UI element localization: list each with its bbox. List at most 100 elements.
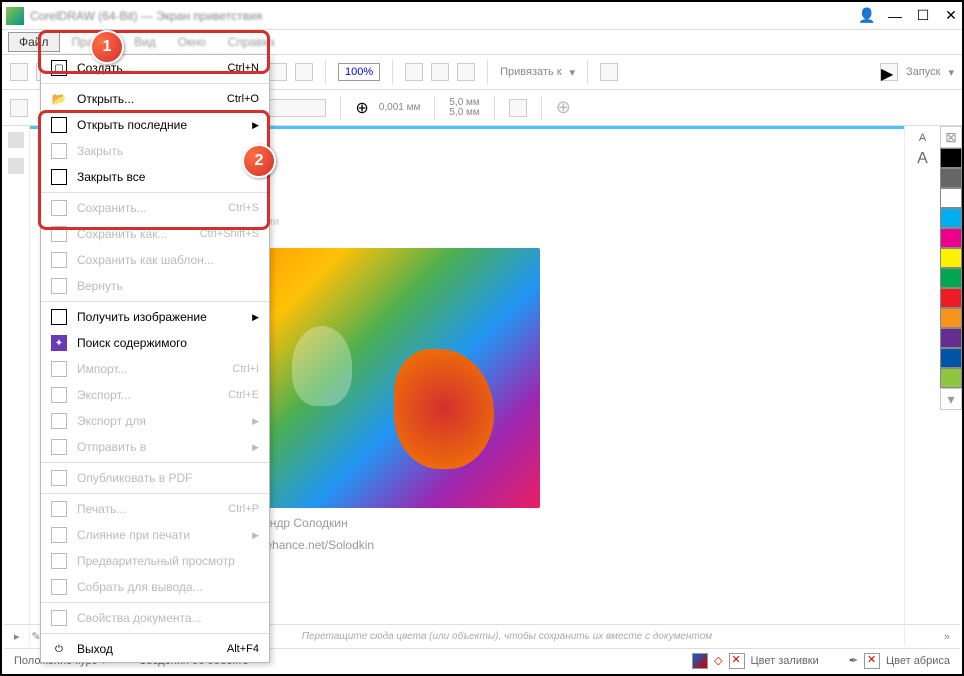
menu-label: Открыть...	[77, 92, 217, 106]
menu-item-closeall[interactable]: Закрыть все	[41, 164, 269, 190]
menu-item-close: Закрыть	[41, 138, 269, 164]
launch-label[interactable]: Запуск	[906, 66, 940, 78]
callout-1: 1	[90, 30, 124, 64]
menu-item-savetpl: Сохранить как шаблон...	[41, 247, 269, 273]
units-dropdown[interactable]	[266, 99, 326, 117]
menu-label: Печать...	[77, 502, 218, 516]
app-icon	[6, 7, 24, 25]
menu-label: Экспорт для	[77, 414, 242, 428]
add-icon[interactable]: ⊕	[556, 97, 571, 118]
palette-scroll-down[interactable]: ▾	[940, 388, 962, 410]
exportfor-icon	[51, 413, 67, 429]
collect-icon	[51, 579, 67, 595]
outline-color-status[interactable]: ✒ Цвет абриса	[849, 653, 950, 669]
no-color-swatch[interactable]: ⊠	[940, 126, 962, 148]
menu-blur-4[interactable]: Справка	[218, 33, 285, 51]
toolbox	[2, 126, 30, 646]
menu-label: Создать...	[77, 61, 218, 75]
menu-item-print: Печать... Ctrl+P	[41, 496, 269, 522]
font-small-icon[interactable]: A	[919, 132, 926, 144]
color-swatch[interactable]	[940, 368, 962, 388]
tb-sep	[392, 60, 393, 84]
menu-item-exit[interactable]: ⏻ВыходAlt+F4	[41, 636, 269, 662]
menu-item-recent[interactable]: Открыть последние▶	[41, 112, 269, 138]
color-swatch[interactable]	[940, 268, 962, 288]
menu-shortcut: Ctrl+N	[228, 62, 259, 74]
palette-nav-left[interactable]: ▸	[14, 630, 20, 643]
color-swatch[interactable]	[940, 168, 962, 188]
tool-pick-icon[interactable]	[8, 132, 24, 148]
menu-label: Закрыть все	[77, 170, 259, 184]
artwork-credit-name: Александр Солодкин	[230, 516, 540, 530]
maximize-button[interactable]: ☐	[916, 9, 930, 23]
tool-shape-icon[interactable]	[8, 158, 24, 174]
sendto-icon	[51, 439, 67, 455]
menu-item-new[interactable]: ▢Создать...Ctrl+N	[41, 55, 269, 81]
menu-item-import: Импорт...Ctrl+I	[41, 356, 269, 382]
color-swatch[interactable]	[940, 148, 962, 168]
menu-item-acquire[interactable]: Получить изображение▶	[41, 304, 269, 330]
color-swatch[interactable]	[940, 228, 962, 248]
menu-label: Экспорт...	[77, 388, 218, 402]
closeall-icon	[51, 169, 67, 185]
tb-new-icon[interactable]	[10, 63, 28, 81]
snap-label[interactable]: Привязать к	[500, 66, 561, 78]
menu-blur-3[interactable]: Окно	[168, 33, 216, 51]
menu-file[interactable]: Файл	[8, 32, 60, 52]
snap-chevron[interactable]: ▾	[570, 66, 576, 79]
dup-x[interactable]: 5,0 мм	[449, 98, 479, 108]
window-title: CorelDRAW (64-Bit) — Экран приветствия	[30, 9, 860, 23]
tb-export-icon[interactable]	[269, 63, 287, 81]
menu-item-pdf: Опубликовать в PDF	[41, 465, 269, 491]
tb-options-icon[interactable]	[600, 63, 618, 81]
submenu-arrow-icon: ▶	[252, 530, 259, 541]
fill-swatch-icon	[692, 653, 708, 669]
launch-icon[interactable]: ▶	[880, 63, 898, 81]
color-swatch[interactable]	[940, 188, 962, 208]
palette-nav-right[interactable]: »	[944, 631, 950, 643]
menu-item-collect: Собрать для вывода...	[41, 574, 269, 600]
docprop-icon	[51, 610, 67, 626]
tb-sep	[494, 96, 495, 120]
menu-label: Предварительный просмотр	[77, 554, 259, 568]
fill-color-status[interactable]: ◇ Цвет заливки	[692, 653, 819, 669]
close-button[interactable]: ✕	[944, 9, 958, 23]
bounds-icon[interactable]	[509, 99, 527, 117]
menu-shortcut: Alt+F4	[227, 643, 259, 655]
menu-item-open[interactable]: 📂Открыть...Ctrl+O	[41, 86, 269, 112]
account-icon[interactable]: 👤	[860, 9, 874, 23]
color-swatch[interactable]	[940, 208, 962, 228]
color-swatch[interactable]	[940, 288, 962, 308]
font-large-icon[interactable]: A	[917, 150, 928, 168]
tb-fullscreen-icon[interactable]	[405, 63, 423, 81]
color-swatch[interactable]	[940, 348, 962, 368]
submenu-arrow-icon: ▶	[252, 442, 259, 453]
revert-icon	[51, 278, 67, 294]
menu-item-revert: Вернуть	[41, 273, 269, 299]
menu-blur-2[interactable]: Вид	[124, 33, 166, 51]
menu-shortcut: Ctrl+P	[228, 503, 259, 515]
page-size-icon[interactable]	[10, 99, 28, 117]
tb-guides-icon[interactable]	[457, 63, 475, 81]
launch-chevron[interactable]: ▾	[948, 66, 954, 79]
minimize-button[interactable]: —	[888, 9, 902, 23]
dup-y[interactable]: 5,0 мм	[449, 108, 479, 118]
menu-label: Импорт...	[77, 362, 222, 376]
menu-item-save: Сохранить...Ctrl+S	[41, 195, 269, 221]
nudge-value[interactable]: 0,001 мм	[379, 102, 421, 113]
submenu-arrow-icon: ▶	[252, 120, 259, 131]
menu-item-search[interactable]: ✦Поиск содержимого	[41, 330, 269, 356]
tb-pdf-icon[interactable]	[295, 63, 313, 81]
color-swatch[interactable]	[940, 248, 962, 268]
zoom-level[interactable]: 100%	[338, 63, 380, 81]
menu-label: Сохранить как...	[77, 227, 190, 241]
color-swatch[interactable]	[940, 308, 962, 328]
tb-sep	[541, 96, 542, 120]
menu-label: Выход	[77, 642, 217, 656]
menu-label: Вернуть	[77, 279, 259, 293]
color-swatch[interactable]	[940, 328, 962, 348]
menu-label: Поиск содержимого	[77, 336, 259, 350]
tb-sep	[587, 60, 588, 84]
tb-grid-icon[interactable]	[431, 63, 449, 81]
titlebar: CorelDRAW (64-Bit) — Экран приветствия 👤…	[2, 2, 962, 30]
